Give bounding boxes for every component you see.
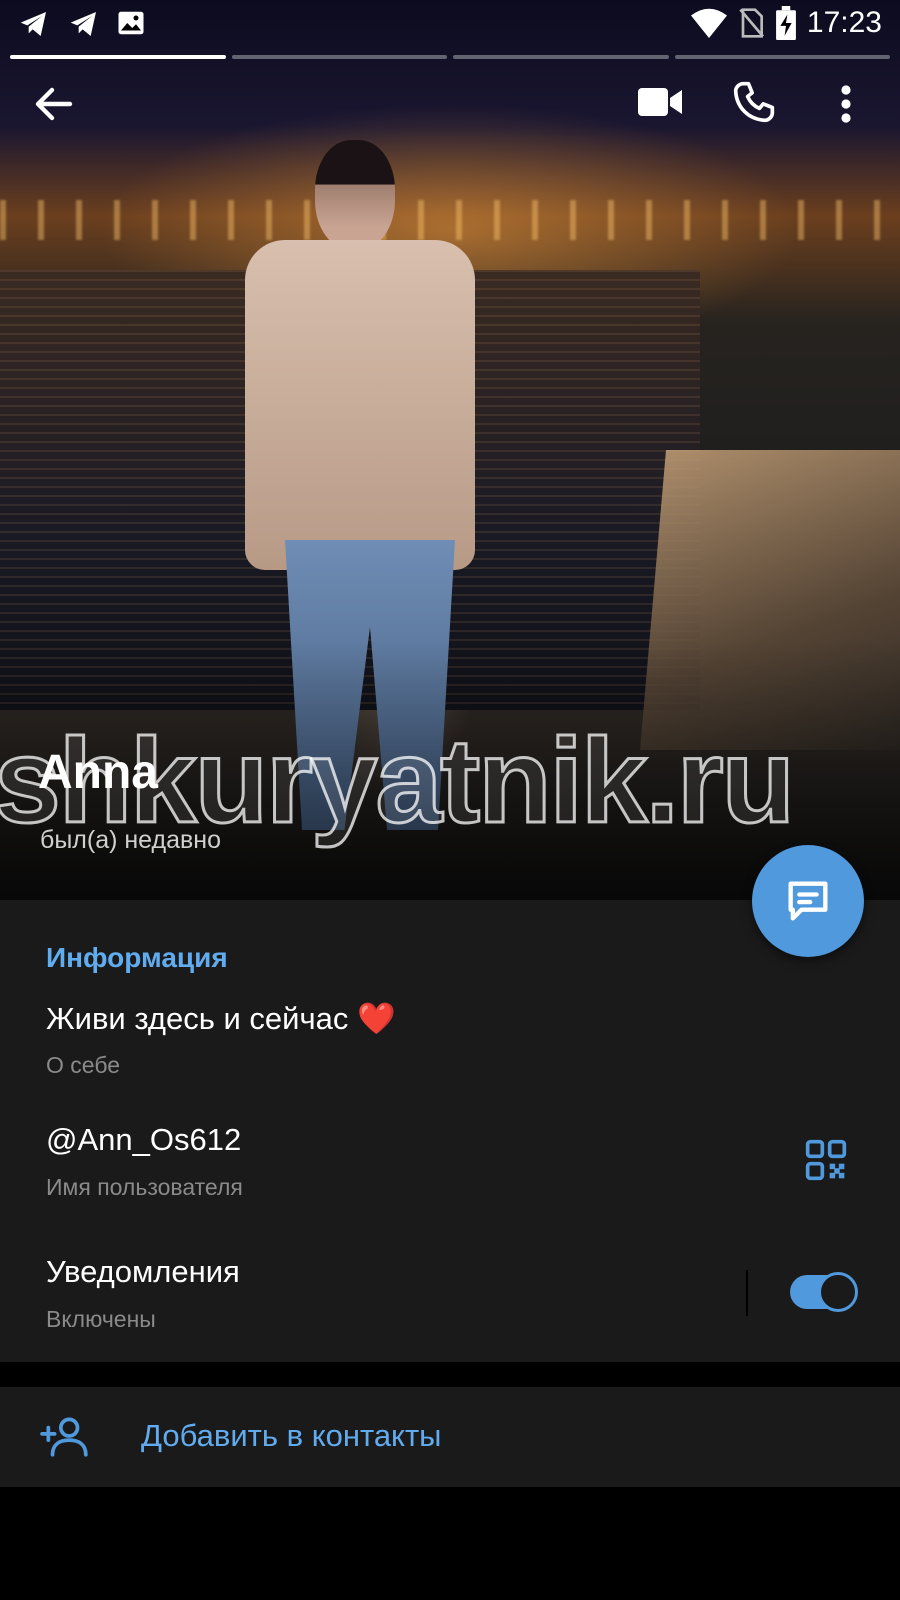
back-button[interactable] bbox=[30, 80, 78, 128]
story-progress bbox=[10, 55, 890, 59]
message-icon bbox=[788, 881, 828, 921]
no-sim-icon bbox=[739, 8, 764, 38]
call-button[interactable] bbox=[732, 80, 780, 128]
person-coat bbox=[245, 240, 475, 570]
bio-text[interactable]: Живи здесь и сейчас ❤️ bbox=[46, 1000, 396, 1037]
video-call-button[interactable] bbox=[636, 82, 684, 130]
story-bar bbox=[10, 55, 226, 59]
wifi-icon bbox=[690, 8, 727, 38]
qr-code-button[interactable] bbox=[804, 1138, 848, 1182]
bio-label: О себе bbox=[46, 1052, 121, 1078]
section-title: Информация bbox=[46, 942, 228, 973]
toggle-knob bbox=[818, 1272, 858, 1312]
divider bbox=[746, 1270, 748, 1316]
clock: 17:23 bbox=[806, 6, 882, 39]
send-message-button[interactable] bbox=[752, 845, 864, 957]
more-button[interactable] bbox=[830, 80, 862, 128]
phone-icon bbox=[733, 81, 775, 123]
notification-icons bbox=[16, 8, 146, 40]
telegram-icon bbox=[20, 12, 46, 36]
notifications-title[interactable]: Уведомления bbox=[46, 1254, 240, 1290]
person-head bbox=[315, 140, 395, 250]
last-seen-status: был(а) недавно bbox=[40, 826, 222, 854]
add-to-contacts-button[interactable]: Добавить в контакты bbox=[0, 1387, 900, 1487]
arrow-left-icon bbox=[35, 87, 73, 121]
add-to-contacts-label: Добавить в контакты bbox=[141, 1418, 442, 1453]
image-icon bbox=[118, 11, 144, 35]
system-icons: 17:23 bbox=[690, 6, 882, 40]
status-bar: 17:23 bbox=[0, 0, 900, 50]
telegram-icon bbox=[70, 12, 96, 36]
story-bar bbox=[231, 55, 447, 59]
info-section: Информация Живи здесь и сейчас ❤️ О себе… bbox=[0, 900, 900, 1362]
story-bar bbox=[453, 55, 669, 59]
username-text[interactable]: @Ann_Os612 bbox=[46, 1122, 241, 1158]
notifications-toggle[interactable] bbox=[790, 1272, 858, 1312]
notifications-status: Включены bbox=[46, 1306, 156, 1332]
profile-name: Anna bbox=[38, 746, 158, 799]
video-camera-icon bbox=[638, 88, 682, 116]
battery-charging-icon bbox=[776, 6, 796, 40]
add-user-icon bbox=[40, 1417, 88, 1457]
story-bar bbox=[674, 55, 890, 59]
more-vertical-icon bbox=[841, 85, 851, 123]
username-label: Имя пользователя bbox=[46, 1174, 243, 1200]
qr-code-icon bbox=[805, 1139, 847, 1181]
